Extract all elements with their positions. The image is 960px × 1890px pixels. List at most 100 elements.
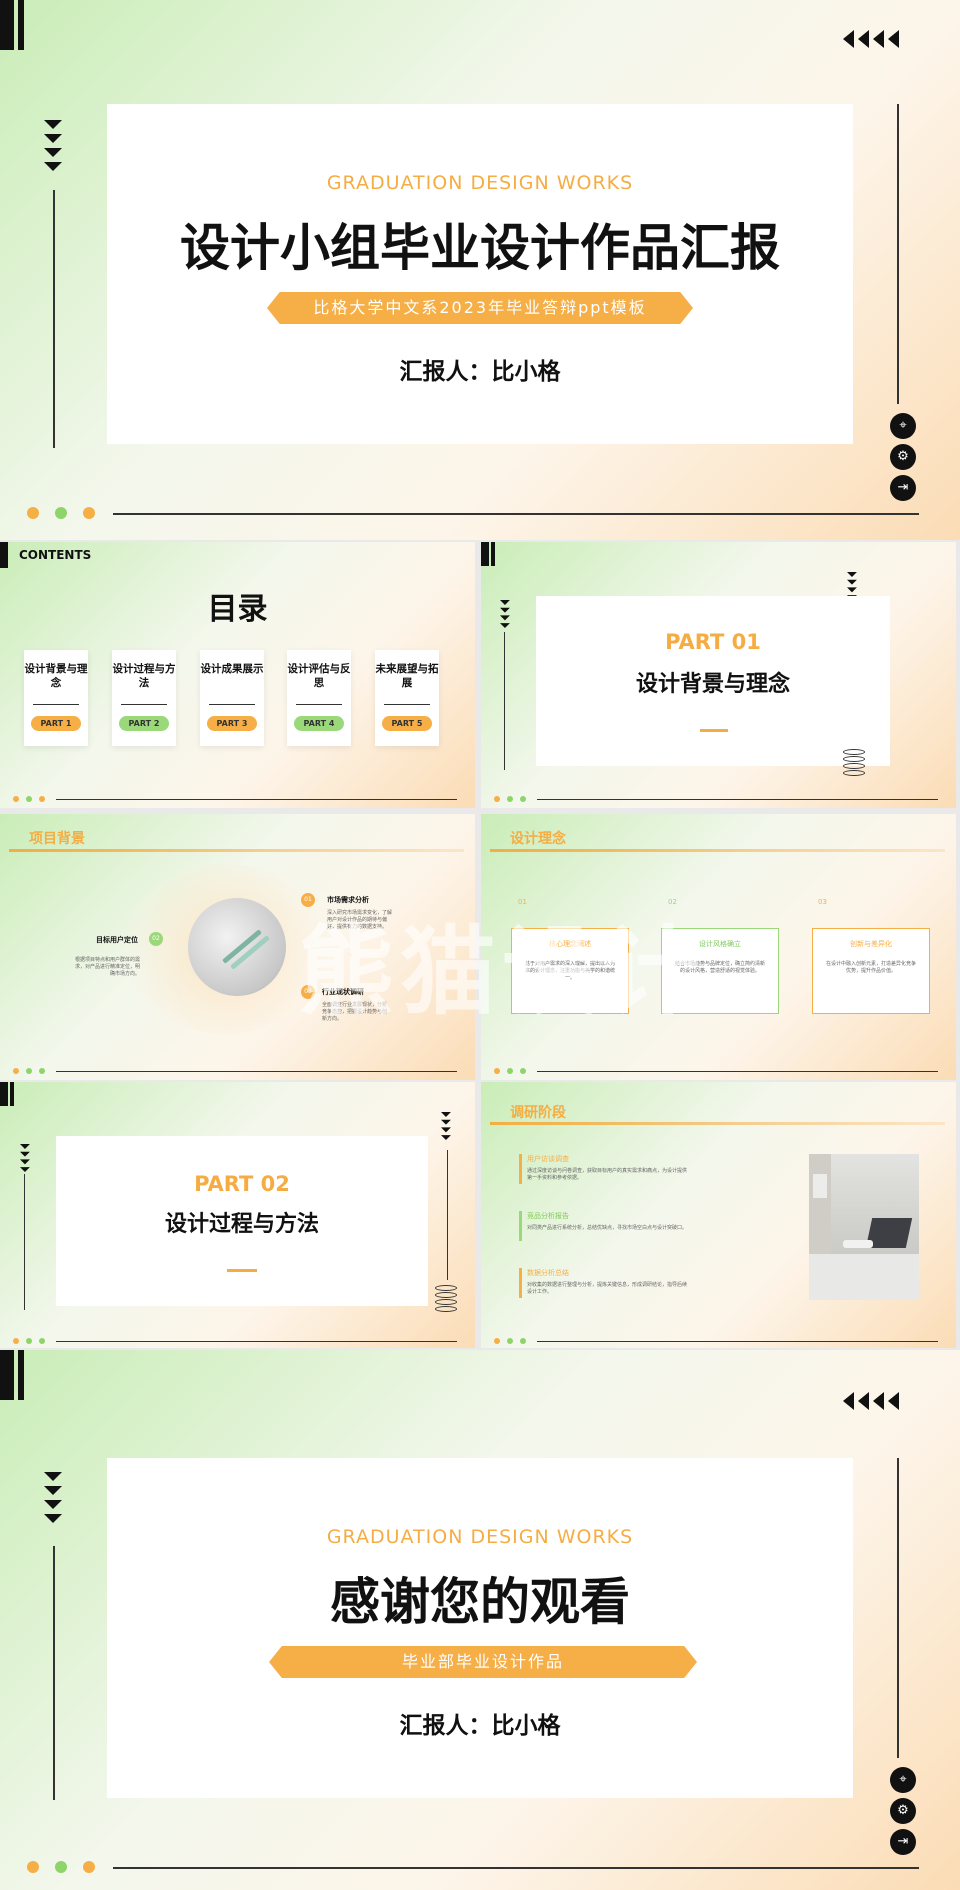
green-dot: [520, 796, 526, 802]
toc-item-title: 设计背景与理念: [24, 663, 88, 689]
target-heading: 目标用户定位: [96, 936, 138, 944]
green-dot: [39, 1068, 45, 1074]
research-slide[interactable]: 调研阶段 用户访谈调查 通过深度访谈与问卷调查，获取目标用户的真实需求和痛点，为…: [481, 1082, 956, 1348]
corner-bar: [0, 542, 8, 568]
section-heading: 调研阶段: [510, 1105, 566, 1121]
contents-slide[interactable]: CONTENTS 目录 设计背景与理念 PART 1 设计过程与方法 PART …: [0, 542, 475, 808]
spring-coil-icon: [435, 1285, 457, 1313]
research-item-title: 竞品分析报告: [527, 1212, 569, 1220]
concept-box-3[interactable]: 创新与差异化 在设计中融入创新元素，打造差异化竞争优势，提升作品价值。: [812, 928, 930, 1014]
part01-slide[interactable]: PART 01 设计背景与理念: [481, 542, 956, 808]
bottom-line: [113, 513, 919, 515]
orange-dot: [494, 796, 500, 802]
bottom-line: [56, 799, 457, 800]
exit-icon[interactable]: ⇥: [890, 475, 916, 501]
right-vertical-line: [447, 1150, 448, 1280]
orange-dot: [13, 796, 19, 802]
green-dot: [520, 1068, 526, 1074]
corner-bar: [0, 1350, 14, 1400]
section-heading: 项目背景: [29, 831, 85, 847]
orange-dot: [27, 507, 39, 519]
orange-dot: [83, 507, 95, 519]
corner-bar-thin: [491, 542, 495, 566]
box-title: 创新与差异化: [850, 940, 892, 948]
section-heading: 设计理念: [510, 831, 566, 847]
toc-part-badge: PART 1: [31, 716, 81, 731]
bottom-line: [113, 1867, 919, 1869]
toc-part-badge: PART 5: [382, 716, 432, 731]
toc-card-2[interactable]: 设计过程与方法 PART 2: [112, 650, 176, 746]
toc-card-5[interactable]: 未来展望与拓展 PART 5: [375, 650, 439, 746]
bottom-line: [537, 1341, 938, 1342]
part-title: 设计过程与方法: [164, 1212, 319, 1237]
research-item-text: 通过深度访谈与问卷调查，获取目标用户的真实需求和痛点，为设计提供第一手资料和参考…: [527, 1168, 688, 1181]
toc-card-3[interactable]: 设计成果展示 PART 3: [200, 650, 264, 746]
ending-reporter: 汇报人：比小格: [399, 1713, 561, 1739]
cover-ribbon: 比格大学中文系2023年毕业答辩ppt模板: [267, 292, 693, 324]
green-dot: [520, 1338, 526, 1344]
orange-dot: [39, 796, 45, 802]
part-dash: [700, 729, 728, 732]
ending-title: 感谢您的观看: [330, 1573, 630, 1631]
corner-bar-thin: [18, 0, 24, 50]
part02-slide[interactable]: PART 02 设计过程与方法: [0, 1082, 475, 1348]
exit-icon[interactable]: ⇥: [890, 1829, 916, 1855]
number-badge: 02: [149, 932, 163, 946]
ending-eng-title: GRADUATION DESIGN WORKS: [326, 1526, 634, 1548]
orange-dot: [494, 1068, 500, 1074]
toc-item-title: 设计成果展示: [200, 663, 264, 675]
down-arrows-icon: [20, 1144, 30, 1175]
green-dot: [26, 796, 32, 802]
green-dot: [507, 1068, 513, 1074]
bottom-line: [56, 1341, 457, 1342]
green-dot: [507, 1338, 513, 1344]
toc-card-4[interactable]: 设计评估与反思 PART 4: [287, 650, 351, 746]
ending-card: GRADUATION DESIGN WORKS 感谢您的观看 毕业部毕业设计作品…: [107, 1458, 853, 1798]
green-dot: [26, 1338, 32, 1344]
section-underline: [9, 849, 464, 852]
toc-title: 目录: [207, 592, 268, 627]
settings-icon[interactable]: ⚙: [890, 444, 916, 470]
accent-bar: [519, 1154, 522, 1184]
cover-card: GRADUATION DESIGN WORKS 设计小组毕业设计作品汇报 比格大…: [107, 104, 853, 444]
toc-item-title: 未来展望与拓展: [375, 663, 439, 689]
accent-bar: [519, 1268, 522, 1298]
section-underline: [490, 1122, 945, 1125]
box-number: 03: [818, 898, 827, 906]
toc-part-badge: PART 4: [294, 716, 344, 731]
ending-slide[interactable]: GRADUATION DESIGN WORKS 感谢您的观看 毕业部毕业设计作品…: [0, 1350, 960, 1890]
orange-dot: [27, 1861, 39, 1873]
left-vertical-line: [53, 1546, 55, 1800]
location-icon[interactable]: ⌖: [890, 1767, 916, 1793]
cover-eng-title: GRADUATION DESIGN WORKS: [326, 172, 634, 194]
toc-part-badge: PART 2: [119, 716, 169, 731]
orange-dot: [83, 1861, 95, 1873]
research-item-text: 对同类产品进行系统分析，总结优缺点，寻找市场空白点与设计突破口。: [527, 1225, 688, 1231]
orange-dot: [13, 1338, 19, 1344]
settings-icon[interactable]: ⚙: [890, 1798, 916, 1824]
cover-reporter: 汇报人：比小格: [399, 359, 561, 385]
part-card: PART 02 设计过程与方法: [56, 1136, 428, 1306]
down-arrows-icon: [441, 1112, 451, 1143]
part-number: PART 01: [665, 630, 761, 654]
left-vertical-line: [24, 1174, 25, 1310]
bottom-line: [56, 1071, 457, 1072]
part-number: PART 02: [194, 1172, 290, 1196]
toc-card-1[interactable]: 设计背景与理念 PART 1: [24, 650, 88, 746]
rewind-arrows-icon: [843, 30, 903, 52]
location-icon[interactable]: ⌖: [890, 413, 916, 439]
corner-bar: [481, 542, 489, 566]
corner-bar-thin: [18, 1350, 24, 1400]
cover-slide[interactable]: GRADUATION DESIGN WORKS 设计小组毕业设计作品汇报 比格大…: [0, 0, 960, 540]
bottom-line: [537, 799, 938, 800]
right-vertical-line: [897, 1458, 899, 1758]
green-dot: [507, 796, 513, 802]
accent-bar: [519, 1211, 522, 1241]
orange-dot: [494, 1338, 500, 1344]
green-dot: [26, 1068, 32, 1074]
corner-bar: [0, 0, 14, 50]
green-dot: [55, 507, 67, 519]
toc-item-title: 设计过程与方法: [112, 663, 176, 689]
research-item-text: 对收集的数据进行整理与分析，提炼关键信息，形成调研结论，指导后续设计工作。: [527, 1282, 688, 1295]
research-item-title: 数据分析总结: [527, 1269, 569, 1277]
